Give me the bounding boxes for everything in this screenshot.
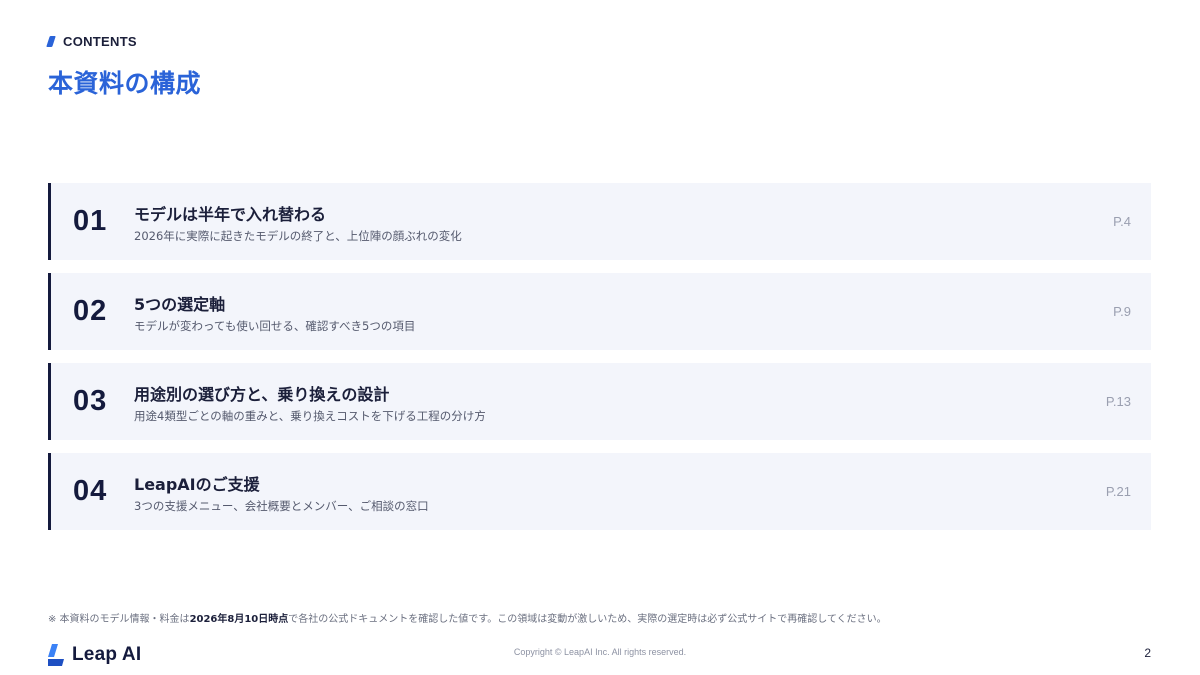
toc-title: LeapAIのご支援: [134, 475, 260, 494]
toc-title: モデルは半年で入れ替わる: [134, 205, 327, 224]
toc-item-03[interactable]: 03 用途別の選び方と、乗り換えの設計 用途4類型ごとの軸の重みと、乗り換えコス…: [48, 363, 1151, 440]
toc-page-ref: P.21: [1105, 484, 1131, 499]
table-of-contents: 01 モデルは半年で入れ替わる 2026年に実際に起きたモデルの終了と、上位陣の…: [48, 183, 1151, 543]
toc-page-ref: P.13: [1105, 394, 1131, 409]
toc-description: 2026年に実際に起きたモデルの終了と、上位陣の顔ぶれの変化: [134, 229, 462, 243]
page-number: 2: [1144, 646, 1151, 660]
toc-description: 3つの支援メニュー、会社概要とメンバー、ご相談の窓口: [134, 499, 429, 513]
footnote-prefix: ※ 本資料のモデル情報・料金は: [48, 614, 190, 625]
page-title: 本資料の構成: [48, 69, 202, 98]
slanted-bar-icon: [46, 35, 56, 47]
toc-item-02[interactable]: 02 5つの選定軸 モデルが変わっても使い回せる、確認すべき5つの項目 P.9: [48, 273, 1151, 350]
footnote-date: 2026年8月10日時点: [189, 614, 289, 625]
toc-title: 用途別の選び方と、乗り換えの設計: [134, 385, 390, 404]
footnote: ※ 本資料のモデル情報・料金は2026年8月10日時点で各社の公式ドキュメントを…: [48, 610, 887, 625]
toc-page-ref: P.4: [1113, 214, 1131, 229]
toc-item-01[interactable]: 01 モデルは半年で入れ替わる 2026年に実際に起きたモデルの終了と、上位陣の…: [48, 183, 1151, 260]
toc-description: 用途4類型ごとの軸の重みと、乗り換えコストを下げる工程の分け方: [134, 409, 486, 423]
toc-number: 01: [73, 205, 108, 237]
toc-number: 03: [73, 385, 108, 417]
footnote-suffix: で各社の公式ドキュメントを確認した値です。この領域は変動が激しいため、実際の選定…: [288, 614, 887, 625]
section-eyebrow: CONTENTS: [46, 33, 137, 49]
copyright: Copyright © LeapAI Inc. All rights reser…: [513, 647, 687, 657]
toc-title: 5つの選定軸: [134, 295, 226, 314]
toc-number: 02: [73, 295, 108, 327]
toc-description: モデルが変わっても使い回せる、確認すべき5つの項目: [134, 319, 416, 333]
toc-page-ref: P.9: [1113, 304, 1131, 319]
toc-number: 04: [73, 475, 108, 507]
eyebrow-label: CONTENTS: [63, 33, 137, 49]
toc-item-04[interactable]: 04 LeapAIのご支援 3つの支援メニュー、会社概要とメンバー、ご相談の窓口…: [48, 453, 1151, 530]
